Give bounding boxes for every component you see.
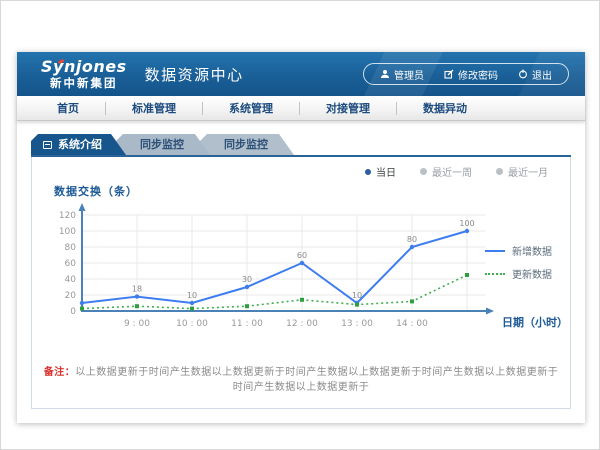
period-filter: 当日 最近一周 最近一月 bbox=[365, 164, 548, 179]
logo-company-text: 新中新集团 bbox=[41, 78, 127, 90]
svg-text:80: 80 bbox=[65, 243, 77, 253]
green-dotted-line-icon bbox=[485, 273, 505, 275]
svg-text:60: 60 bbox=[65, 259, 77, 269]
legend-item-new-data[interactable]: 新增数据 bbox=[485, 243, 552, 258]
svg-text:40: 40 bbox=[65, 275, 77, 285]
svg-text:日期（小时）: 日期（小时） bbox=[502, 315, 568, 329]
tab-sync-monitor-2-label: 同步监控 bbox=[224, 138, 268, 151]
svg-text:60: 60 bbox=[297, 251, 307, 260]
svg-text:13 : 00: 13 : 00 bbox=[341, 319, 373, 329]
legend-item-updated-data[interactable]: 更新数据 bbox=[485, 266, 552, 281]
radio-dot-icon bbox=[496, 168, 503, 175]
svg-text:10: 10 bbox=[352, 291, 362, 300]
tab-system-intro-label: 系统介绍 bbox=[58, 134, 102, 155]
company-logo: Synjones 新中新集团 bbox=[41, 59, 127, 90]
svg-text:100: 100 bbox=[59, 227, 76, 237]
svg-text:12 : 00: 12 : 00 bbox=[286, 319, 318, 329]
blue-line-icon bbox=[485, 250, 505, 252]
svg-text:10: 10 bbox=[187, 291, 197, 300]
footnote: 备注：以上数据更新于时间产生数据以上数据更新于时间产生数据以上数据更新于时间产生… bbox=[42, 363, 560, 393]
user-icon bbox=[380, 69, 390, 79]
change-password-label: 修改密码 bbox=[458, 67, 498, 82]
legend-updated-data-label: 更新数据 bbox=[512, 266, 552, 281]
footnote-text: 以上数据更新于时间产生数据以上数据更新于时间产生数据以上数据更新于时间产生数据以… bbox=[75, 367, 558, 393]
main-nav: 首页 标准管理 系统管理 对接管理 数据异动 bbox=[17, 96, 585, 121]
power-icon bbox=[518, 69, 528, 79]
period-option-last-week[interactable]: 最近一周 bbox=[420, 164, 472, 179]
admin-user-label: 管理员 bbox=[394, 67, 424, 82]
tab-sync-monitor-1-label: 同步监控 bbox=[140, 138, 184, 151]
admin-user-button[interactable]: 管理员 bbox=[370, 67, 434, 82]
chart-panel: 当日 最近一周 最近一月 数据交换（条） 0204060801001209 : … bbox=[31, 157, 571, 409]
tab-sync-monitor-1[interactable]: 同步监控 bbox=[116, 134, 210, 155]
svg-text:9 : 00: 9 : 00 bbox=[124, 319, 150, 329]
logout-button[interactable]: 退出 bbox=[508, 67, 562, 82]
edit-icon bbox=[444, 69, 454, 79]
series-legend: 新增数据 更新数据 bbox=[485, 243, 552, 281]
content-area: 系统介绍 同步监控 同步监控 当日 最近一周 bbox=[17, 121, 585, 423]
svg-text:14 : 00: 14 : 00 bbox=[396, 319, 428, 329]
svg-text:18: 18 bbox=[132, 285, 142, 294]
page: { "header": { "logo": { "brand": "Synjon… bbox=[0, 0, 600, 450]
tab-bar: 系统介绍 同步监控 同步监控 bbox=[31, 134, 585, 155]
radio-dot-icon bbox=[365, 169, 371, 175]
logout-label: 退出 bbox=[532, 67, 552, 82]
svg-text:80: 80 bbox=[407, 235, 417, 244]
period-last-month-label: 最近一月 bbox=[508, 164, 548, 179]
legend-new-data-label: 新增数据 bbox=[512, 243, 552, 258]
radio-dot-icon bbox=[420, 168, 427, 175]
document-icon bbox=[43, 141, 52, 149]
svg-text:0: 0 bbox=[70, 307, 76, 317]
svg-text:11 : 00: 11 : 00 bbox=[231, 319, 263, 329]
period-option-last-month[interactable]: 最近一月 bbox=[496, 164, 548, 179]
page-title: 数据资源中心 bbox=[145, 64, 244, 85]
nav-item-data-change[interactable]: 数据异动 bbox=[397, 100, 493, 116]
period-today-label: 当日 bbox=[376, 164, 396, 179]
change-password-button[interactable]: 修改密码 bbox=[434, 67, 508, 82]
logo-brand-text: Synjones bbox=[41, 59, 127, 75]
tab-system-intro[interactable]: 系统介绍 bbox=[31, 134, 126, 155]
tab-sync-monitor-2[interactable]: 同步监控 bbox=[200, 134, 294, 155]
nav-item-system-mgmt[interactable]: 系统管理 bbox=[203, 100, 299, 116]
nav-item-home[interactable]: 首页 bbox=[31, 100, 105, 116]
footnote-prefix: 备注： bbox=[44, 367, 76, 378]
nav-item-interface-mgmt[interactable]: 对接管理 bbox=[300, 100, 396, 116]
period-option-today[interactable]: 当日 bbox=[365, 164, 396, 179]
header-bar: Synjones 新中新集团 数据资源中心 管理员 修改密码 退出 bbox=[17, 52, 585, 96]
svg-text:20: 20 bbox=[65, 291, 77, 301]
svg-text:10 : 00: 10 : 00 bbox=[176, 319, 208, 329]
app-window: Synjones 新中新集团 数据资源中心 管理员 修改密码 退出 首页 标准管… bbox=[17, 52, 585, 423]
svg-text:30: 30 bbox=[242, 275, 252, 284]
nav-item-standard-mgmt[interactable]: 标准管理 bbox=[106, 100, 202, 116]
period-last-week-label: 最近一周 bbox=[432, 164, 472, 179]
user-menu: 管理员 修改密码 退出 bbox=[363, 63, 569, 85]
svg-text:120: 120 bbox=[59, 211, 76, 221]
svg-text:100: 100 bbox=[459, 219, 474, 228]
